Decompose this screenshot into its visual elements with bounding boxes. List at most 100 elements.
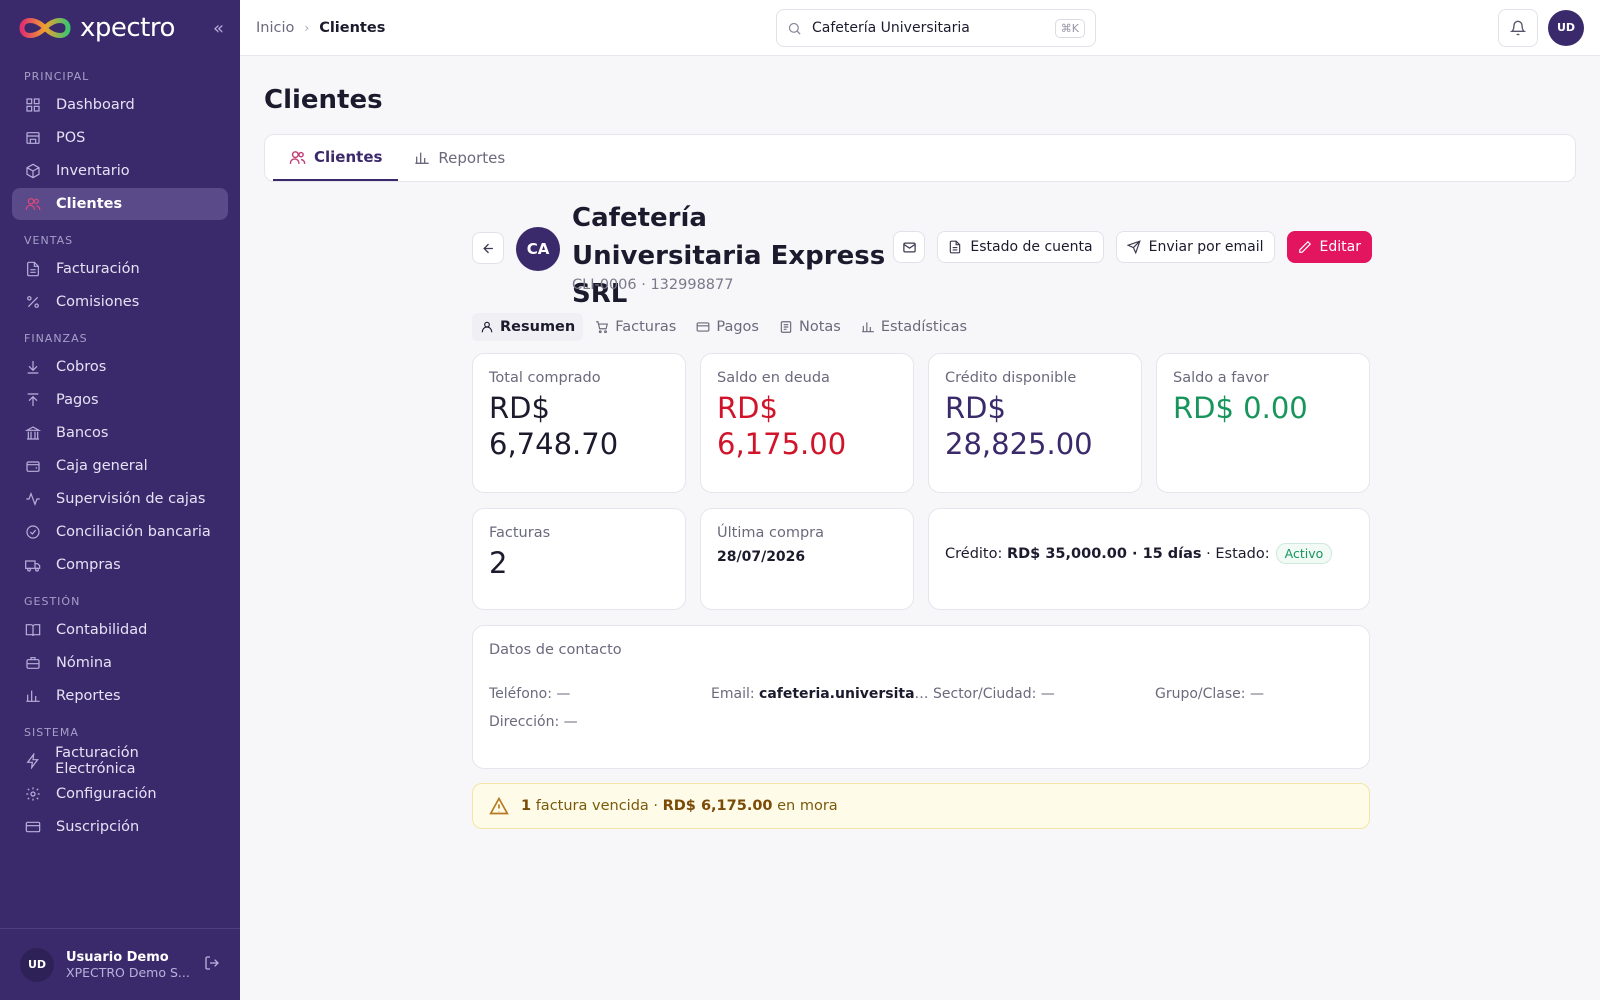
contact-address: Dirección: — [489, 714, 711, 730]
search-input[interactable] [812, 20, 1055, 36]
page-tabs: Clientes Reportes [264, 134, 1576, 182]
arrow-up-icon [24, 391, 42, 409]
global-search[interactable]: ⌘K [776, 9, 1096, 47]
section-title: FINANZAS [24, 332, 88, 345]
tab-clientes[interactable]: Clientes [273, 135, 399, 181]
sidebar-item-suscripcion[interactable]: Suscripción [12, 811, 228, 843]
sidebar-item-facturacion-electronica[interactable]: Facturación Electrónica [12, 745, 228, 777]
search-shortcut: ⌘K [1054, 18, 1085, 38]
card-label: Total comprado [489, 370, 601, 386]
section-title: SISTEMA [24, 726, 79, 739]
sidebar-item-bancos[interactable]: Bancos [12, 417, 228, 449]
available-credit-card: Crédito disponible RD$ 28,825.00 [928, 353, 1142, 493]
credit-prefix: Crédito: [945, 545, 1003, 562]
user-avatar: UD [20, 947, 54, 982]
subtab-notas[interactable]: Notas [771, 313, 849, 341]
subtab-estadisticas[interactable]: Estadísticas [853, 313, 975, 341]
invoices-value: 2 [489, 546, 508, 580]
sidebar-item-label: Nómina [56, 655, 112, 671]
user-avatar-button[interactable]: UD [1548, 9, 1584, 46]
send-email-button[interactable]: Enviar por email [1115, 231, 1275, 263]
sidebar-item-label: Reportes [56, 688, 121, 704]
sidebar-item-conciliacion-bancaria[interactable]: Conciliación bancaria [12, 516, 228, 548]
collapse-sidebar-icon[interactable]: « [213, 18, 224, 39]
card-icon [696, 320, 710, 334]
contact-phone: Teléfono: — [489, 686, 711, 702]
logout-icon[interactable] [204, 955, 220, 975]
overdue-alert: 1 factura vencida · RD$ 6,175.00 en mora [472, 783, 1370, 829]
card-label: Crédito disponible [945, 370, 1077, 386]
email-value: cafeteria.universitaria... [759, 686, 933, 702]
sidebar-item-comisiones[interactable]: Comisiones [12, 286, 228, 318]
contact-email: Email: cafeteria.universitaria... [711, 686, 933, 702]
sidebar-item-cobros[interactable]: Cobros [12, 351, 228, 383]
sidebar-item-supervision-de-cajas[interactable]: Supervisión de cajas [12, 483, 228, 515]
subtab-facturas[interactable]: Facturas [587, 313, 684, 341]
notifications-button[interactable] [1498, 8, 1538, 47]
cart-icon [595, 320, 609, 334]
topbar-actions: UD [1498, 8, 1584, 47]
subtab-resumen[interactable]: Resumen [472, 313, 584, 341]
sidebar-item-inventario[interactable]: Inventario [12, 155, 228, 187]
sidebar-item-pagos[interactable]: Pagos [12, 384, 228, 416]
sidebar-item-configuracion[interactable]: Configuración [12, 778, 228, 810]
group-value: — [1249, 686, 1264, 702]
user-profile[interactable]: UD Usuario Demo XPECTRO Demo S... [0, 928, 240, 1000]
available-credit-value: RD$ 28,825.00 [945, 391, 1093, 461]
sidebar-item-nomina[interactable]: Nómina [12, 647, 228, 679]
sidebar-item-label: Cobros [56, 359, 107, 375]
subtab-label: Pagos [716, 319, 759, 335]
bar-chart-icon [414, 150, 430, 166]
total-purchased-value: RD$ 6,748.70 [489, 391, 619, 461]
breadcrumb: Inicio › Clientes [256, 20, 385, 36]
sidebar-item-clientes[interactable]: Clientes [12, 188, 228, 220]
sidebar-item-dashboard[interactable]: Dashboard [12, 89, 228, 121]
subtab-label: Notas [798, 319, 841, 335]
back-button[interactable] [472, 232, 504, 264]
truck-icon [24, 556, 42, 574]
sidebar-item-label: Bancos [56, 425, 109, 441]
sidebar-item-label: Clientes [56, 196, 123, 212]
sidebar-item-contabilidad[interactable]: Contabilidad [12, 614, 228, 646]
status-badge: Activo [1275, 543, 1333, 564]
sidebar-item-pos[interactable]: POS [12, 122, 228, 154]
topbar: Inicio › Clientes ⌘K UD [240, 0, 1600, 56]
sidebar-item-caja-general[interactable]: Caja general [12, 450, 228, 482]
section-title: VENTAS [24, 234, 74, 247]
sidebar-item-label: Configuración [56, 786, 157, 802]
email-label: Email: [711, 686, 755, 702]
edit-button[interactable]: Editar [1286, 231, 1372, 263]
email-button[interactable] [893, 231, 926, 263]
sidebar-item-facturacion[interactable]: Facturación [12, 253, 228, 285]
brand-name: xpectro [80, 13, 175, 43]
user-name: Usuario Demo [66, 949, 169, 965]
sidebar-item-compras[interactable]: Compras [12, 549, 228, 581]
card-label: Saldo en deuda [717, 370, 830, 386]
page-title: Clientes [264, 85, 383, 115]
users-icon [289, 149, 306, 166]
statement-button[interactable]: Estado de cuenta [937, 231, 1104, 263]
sidebar-item-reportes[interactable]: Reportes [12, 680, 228, 712]
client-code: CLI-0006 · 132998877 [572, 277, 734, 293]
sidebar: xpectro « PRINCIPAL Dashboard POS Inventari… [0, 0, 240, 1000]
subtab-pagos[interactable]: Pagos [688, 313, 767, 341]
tab-label: Reportes [438, 149, 506, 167]
mail-icon [902, 240, 917, 255]
tab-label: Clientes [314, 148, 383, 166]
section-title: GESTIÓN [24, 595, 81, 608]
sidebar-item-label: Pagos [56, 392, 99, 408]
warning-icon [489, 796, 509, 816]
sidebar-item-label: Contabilidad [56, 622, 148, 638]
breadcrumb-home[interactable]: Inicio [256, 20, 294, 36]
card-label: Última compra [717, 525, 824, 541]
last-purchase-card: Última compra 28/07/2026 [700, 508, 914, 610]
send-icon [1126, 240, 1141, 254]
file-text-icon [948, 240, 962, 254]
tab-reportes[interactable]: Reportes [398, 135, 521, 181]
sidebar-item-label: Supervisión de cajas [56, 491, 206, 507]
book-icon [24, 621, 42, 639]
address-value: — [563, 714, 578, 730]
sidebar-nav: PRINCIPAL Dashboard POS Inventario Clientes V… [0, 56, 240, 928]
card-label: Facturas [489, 525, 551, 541]
sidebar-item-label: Conciliación bancaria [56, 524, 211, 540]
